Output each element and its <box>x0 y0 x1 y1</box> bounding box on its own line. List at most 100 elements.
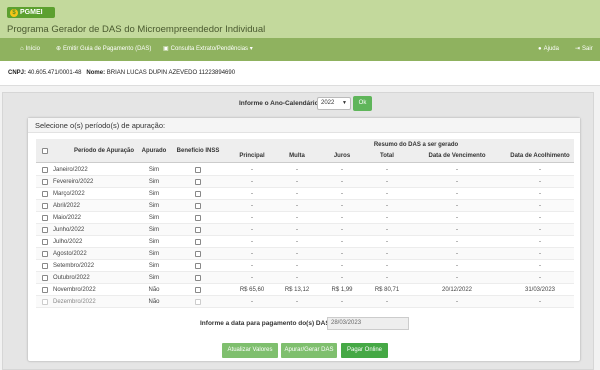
nav-ajuda[interactable]: ● Ajuda <box>538 38 559 61</box>
select-all-checkbox[interactable] <box>42 148 48 154</box>
total-value: - <box>386 179 388 185</box>
multa-value: - <box>296 203 298 209</box>
home-icon: ⌂ <box>20 46 24 52</box>
period-checkbox[interactable] <box>42 251 48 257</box>
period-checkbox[interactable] <box>42 203 48 209</box>
total-value: - <box>386 191 388 197</box>
principal-value: - <box>251 227 253 233</box>
beneficio-inss-checkbox[interactable] <box>195 299 201 305</box>
th-acolhimento: Data de Acolhimento <box>510 153 570 159</box>
chevron-down-icon: ▼ <box>342 100 347 106</box>
beneficio-inss-checkbox[interactable] <box>195 227 201 233</box>
juros-value: - <box>341 191 343 197</box>
app-logo[interactable]: $ PGMEI <box>7 7 55 18</box>
period-label: Novembro/2022 <box>53 287 96 293</box>
cnpj-value: 40.605.471/0001-48 <box>27 70 82 76</box>
period-checkbox[interactable] <box>42 167 48 173</box>
vencimento-value: - <box>456 215 458 221</box>
beneficio-inss-checkbox[interactable] <box>195 275 201 281</box>
beneficio-inss-checkbox[interactable] <box>195 215 201 221</box>
multa-value: R$ 13,12 <box>284 287 310 293</box>
multa-value: - <box>296 275 298 281</box>
period-checkbox[interactable] <box>42 275 48 281</box>
total-value: - <box>386 227 388 233</box>
beneficio-inss-checkbox[interactable] <box>195 203 201 209</box>
nav-consulta-dropdown[interactable]: ▣ Consulta Extrato/Pendências ▾ <box>163 38 255 61</box>
period-checkbox[interactable] <box>42 287 48 293</box>
period-label: Agosto/2022 <box>53 251 87 257</box>
apurado-value: Sim <box>148 203 160 209</box>
period-label: Julho/2022 <box>53 239 83 245</box>
juros-value: - <box>341 275 343 281</box>
period-checkbox[interactable] <box>42 263 48 269</box>
total-value: - <box>386 263 388 269</box>
juros-value: - <box>341 263 343 269</box>
juros-value: - <box>341 251 343 257</box>
pagar-online-button[interactable]: Pagar Online <box>341 343 388 358</box>
juros-value: - <box>341 203 343 209</box>
total-value: - <box>386 239 388 245</box>
period-label: Dezembro/2022 <box>53 299 96 305</box>
juros-value: - <box>341 215 343 221</box>
acolhimento-value: - <box>539 179 541 185</box>
atualizar-valores-button[interactable]: Atualizar Valores <box>222 343 278 358</box>
period-checkbox[interactable] <box>42 239 48 245</box>
total-value: - <box>386 167 388 173</box>
period-label: Maio/2022 <box>53 215 82 221</box>
period-checkbox[interactable] <box>42 299 48 305</box>
table-row: Dezembro/2022 Não - - - - - - <box>36 296 574 308</box>
apurado-value: Sim <box>148 191 160 197</box>
beneficio-inss-checkbox[interactable] <box>195 251 201 257</box>
acolhimento-value: - <box>539 299 541 305</box>
total-value: - <box>386 203 388 209</box>
nav-sair[interactable]: ⇥ Sair <box>575 38 593 61</box>
vencimento-value: - <box>456 227 458 233</box>
beneficio-inss-checkbox[interactable] <box>195 287 201 293</box>
period-checkbox[interactable] <box>42 179 48 185</box>
juros-value: R$ 1,99 <box>331 287 353 293</box>
th-resumo: Resumo do DAS a ser gerado <box>373 142 459 148</box>
principal-value: - <box>251 263 253 269</box>
vencimento-value: - <box>456 299 458 305</box>
beneficio-inss-checkbox[interactable] <box>195 263 201 269</box>
principal-value: R$ 65,60 <box>239 287 265 293</box>
beneficio-inss-checkbox[interactable] <box>195 191 201 197</box>
nav-inicio[interactable]: ⌂ Início <box>20 38 40 61</box>
nome-label: Nome: <box>86 70 106 76</box>
total-value: - <box>386 215 388 221</box>
acolhimento-value: - <box>539 263 541 269</box>
beneficio-inss-checkbox[interactable] <box>195 239 201 245</box>
period-checkbox[interactable] <box>42 215 48 221</box>
th-periodo: Período de Apuração <box>73 148 135 154</box>
vencimento-value: - <box>456 239 458 245</box>
app-title: Programa Gerador de DAS do Microempreend… <box>7 24 266 35</box>
multa-value: - <box>296 227 298 233</box>
periods-card: Selecione o(s) período(s) de apuração: P… <box>27 117 581 362</box>
table-row: Fevereiro/2022 Sim - - - - - - <box>36 176 574 188</box>
juros-value: - <box>341 299 343 305</box>
period-checkbox[interactable] <box>42 191 48 197</box>
nav-consulta-label: Consulta Extrato/Pendências <box>170 46 249 52</box>
apurado-value: Sim <box>148 239 160 245</box>
multa-value: - <box>296 251 298 257</box>
payment-date-label: Informe a data para pagamento do(s) DAS: <box>200 320 332 327</box>
nav-emitir-das[interactable]: ⊕ Emitir Guia de Pagamento (DAS) <box>56 38 151 61</box>
year-dropdown[interactable]: 2022 ▼ <box>317 97 351 110</box>
vencimento-value: - <box>456 263 458 269</box>
beneficio-inss-checkbox[interactable] <box>195 167 201 173</box>
period-label: Março/2022 <box>53 191 85 197</box>
table-row: Maio/2022 Sim - - - - - - <box>36 212 574 224</box>
acolhimento-value: - <box>539 191 541 197</box>
principal-value: - <box>251 191 253 197</box>
th-principal: Principal <box>239 153 265 159</box>
beneficio-inss-checkbox[interactable] <box>195 179 201 185</box>
card-title: Selecione o(s) período(s) de apuração: <box>35 121 166 130</box>
multa-value: - <box>296 167 298 173</box>
period-checkbox[interactable] <box>42 227 48 233</box>
ok-button[interactable]: Ok <box>353 96 372 111</box>
payment-date-input[interactable]: 28/03/2023 <box>327 317 409 330</box>
briefcase-icon: ▣ <box>163 46 169 52</box>
acolhimento-value: - <box>539 275 541 281</box>
apurar-gerar-das-button[interactable]: Apurar/Gerar DAS <box>281 343 337 358</box>
juros-value: - <box>341 179 343 185</box>
